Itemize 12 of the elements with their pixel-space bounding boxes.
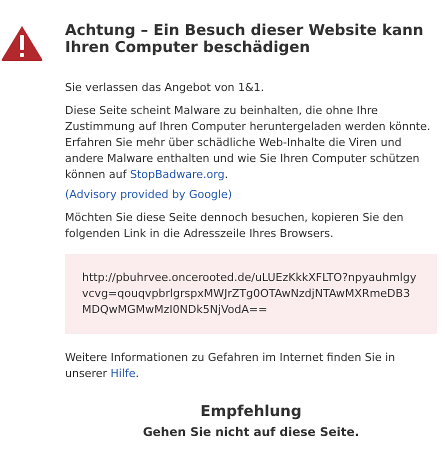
- help-paragraph: Weitere Informationen zu Gefahren im Internet finden Sie in unserer Hilfe.: [65, 350, 396, 382]
- warning-heading: Achtung – Ein Besuch dieser Website kann Ihren Computer beschädigen: [65, 22, 424, 56]
- link[interactable]: StopBadware.org: [130, 168, 225, 181]
- recommendation-text: Gehen Sie nicht auf diese Seite.: [142, 424, 360, 440]
- link[interactable]: Hilfe: [110, 367, 136, 380]
- recommendation-heading: Empfehlung: [199, 402, 303, 420]
- advisory-link[interactable]: (Advisory provided by Google): [65, 187, 232, 203]
- url-text: http://pbuhrvee.oncerooted.de/uLUEzKkkXFLTO?npyauhmlgyvcvg=qouqvpbrlgrspxMWJrZTg0OTAwNzdjNTAwMXRmeDB3MDQwMGMwMzI0NDk5NjVodA==: [82, 270, 417, 318]
- warning-paragraph: Diese Seite scheint Malware zu beinhalten, die ohne Ihre Zustimmung auf Ihren Computer heruntergeladen werden könnte. Erfahren Sie mehr über schädliche Web-Inhalte die Viren und andere Malware enthalten und wie Sie Ihren Computer schützen können auf StopBadware.org.: [65, 103, 432, 183]
- warning-icon: [1, 25, 43, 61]
- copy-instructions: Möchten Sie diese Seite dennoch besuchen, kopieren Sie den folgenden Link in die Adresszeile Ihres Browsers.: [65, 210, 404, 242]
- intro-text: Sie verlassen das Angebot von 1&1.: [65, 80, 266, 96]
